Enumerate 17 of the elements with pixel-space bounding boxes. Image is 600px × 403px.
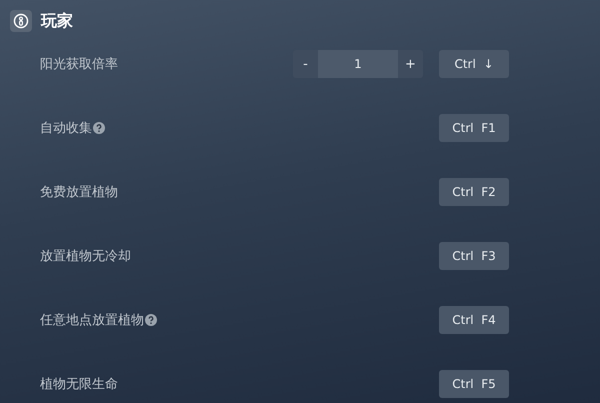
option-label: 自动收集 [40, 120, 92, 137]
option-label: 任意地点放置植物 [40, 312, 144, 329]
option-label: 放置植物无冷却 [40, 248, 131, 265]
option-label: 免费放置植物 [40, 184, 118, 201]
help-icon[interactable] [145, 314, 157, 326]
number-field[interactable]: 1 [318, 50, 398, 78]
hotkey-button[interactable]: Ctrl F3 [439, 242, 509, 270]
hotkey-button[interactable]: Ctrl F5 [439, 370, 509, 398]
option-label: 阳光获取倍率 [40, 56, 118, 73]
section-title: 玩家 [41, 10, 73, 32]
player-icon [10, 10, 32, 32]
hotkey-button[interactable]: Ctrl F1 [439, 114, 509, 142]
option-label: 植物无限生命 [40, 376, 118, 393]
help-icon[interactable] [93, 122, 105, 134]
hotkey-button[interactable]: Ctrl F4 [439, 306, 509, 334]
hotkey-button[interactable]: Ctrl F2 [439, 178, 509, 206]
hotkey-button[interactable]: Ctrl ↓ [439, 50, 509, 78]
